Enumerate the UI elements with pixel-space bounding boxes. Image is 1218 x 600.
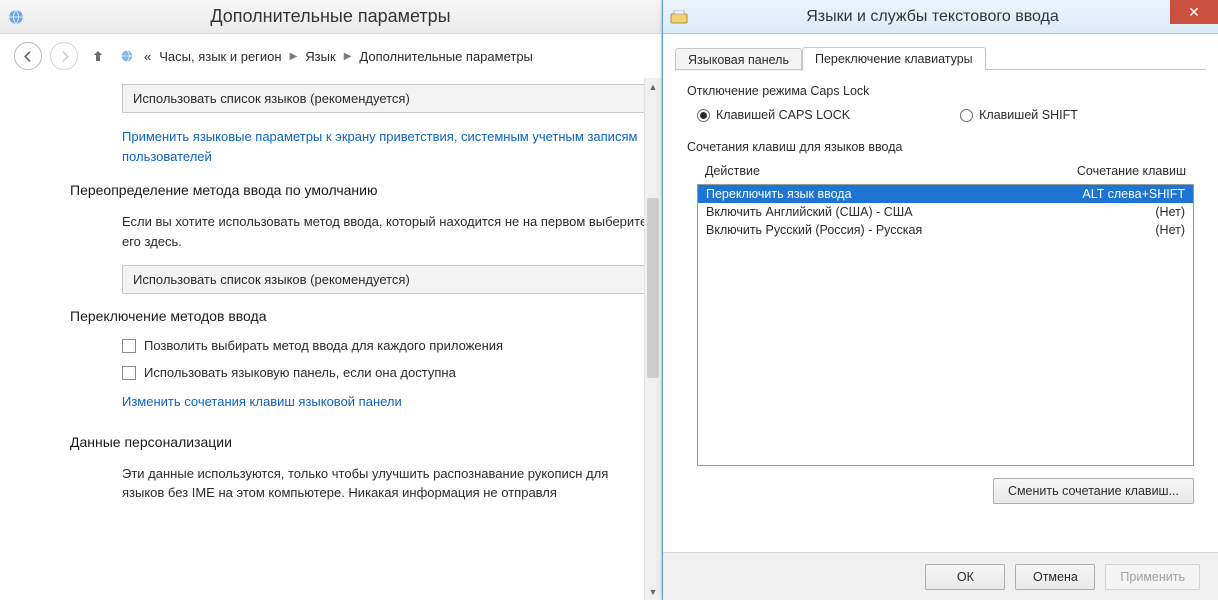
- override-input-text: Если вы хотите использовать метод ввода,…: [122, 212, 651, 251]
- change-hotkeys-link[interactable]: Изменить сочетания клавиш языковой панел…: [122, 392, 651, 412]
- scroll-thumb[interactable]: [647, 198, 659, 378]
- radio-icon[interactable]: [697, 109, 710, 122]
- tab-language-bar-label: Языковая панель: [688, 53, 789, 67]
- breadcrumb-region-icon: [118, 47, 136, 65]
- capslock-radio-group: Клавишей CAPS LOCK Клавишей SHIFT: [697, 108, 1194, 122]
- checkbox-icon[interactable]: [122, 339, 136, 353]
- list-item-combo: (Нет): [1155, 205, 1185, 219]
- apply-to-welcome-link[interactable]: Применить языковые параметры к экрану пр…: [122, 127, 651, 166]
- list-item[interactable]: Включить Английский (США) - США (Нет): [698, 203, 1193, 221]
- radio-caps-lock-label: Клавишей CAPS LOCK: [716, 108, 850, 122]
- default-input-method-dropdown[interactable]: Использовать список языков (рекомендуетс…: [122, 265, 651, 294]
- override-input-heading: Переопределение метода ввода по умолчани…: [70, 182, 651, 198]
- scroll-up-button[interactable]: ▲: [645, 78, 661, 95]
- list-item-action: Переключить язык ввода: [706, 187, 852, 201]
- list-item-action: Включить Английский (США) - США: [706, 205, 913, 219]
- per-app-checkbox-label: Позволить выбирать метод ввода для каждо…: [144, 338, 503, 353]
- tab-keyboard-switch-label: Переключение клавиатуры: [815, 52, 973, 66]
- radio-caps-lock[interactable]: Клавишей CAPS LOCK: [697, 108, 850, 122]
- breadcrumb-item-advanced[interactable]: Дополнительные параметры: [359, 49, 533, 64]
- close-icon: ✕: [1188, 4, 1200, 21]
- list-item-action: Включить Русский (Россия) - Русская: [706, 223, 922, 237]
- chevron-right-icon: ▶: [290, 51, 298, 62]
- keyboard-icon: [669, 7, 689, 27]
- radio-shift-label: Клавишей SHIFT: [979, 108, 1078, 122]
- apply-button-label: Применить: [1120, 570, 1185, 584]
- dialog-body: Отключение режима Caps Lock Клавишей CAP…: [663, 70, 1218, 518]
- personalization-heading: Данные персонализации: [70, 434, 651, 450]
- hotkeys-listbox[interactable]: Переключить язык ввода ALT слева+SHIFT В…: [697, 184, 1194, 466]
- capslock-group-label: Отключение режима Caps Lock: [687, 84, 1194, 98]
- apply-button: Применить: [1105, 564, 1200, 590]
- hotkeys-listbox-wrap: Действие Сочетание клавиш Переключить яз…: [697, 164, 1194, 504]
- control-panel-window: Дополнительные параметры « Часы, язык и …: [0, 0, 662, 600]
- switching-input-heading: Переключение методов ввода: [70, 308, 651, 324]
- nav-up-button[interactable]: [86, 44, 110, 68]
- controlpanel-titlebar: Дополнительные параметры: [0, 0, 661, 34]
- dialog-titlebar: Языки и службы текстового ввода ✕: [663, 0, 1218, 34]
- breadcrumb[interactable]: « Часы, язык и регион ▶ Язык ▶ Дополните…: [118, 47, 647, 65]
- ok-button-label: ОК: [957, 570, 974, 584]
- tab-keyboard-switch[interactable]: Переключение клавиатуры: [802, 47, 986, 71]
- scroll-down-button[interactable]: ▼: [645, 583, 661, 600]
- dialog-footer: ОК Отмена Применить: [663, 552, 1218, 600]
- breadcrumb-item-clocks[interactable]: Часы, язык и регион: [159, 49, 281, 64]
- breadcrumb-item-language[interactable]: Язык: [305, 49, 335, 64]
- cancel-button[interactable]: Отмена: [1015, 564, 1095, 590]
- list-item[interactable]: Включить Русский (Россия) - Русская (Нет…: [698, 221, 1193, 239]
- default-input-method-value: Использовать список языков (рекомендуетс…: [133, 272, 410, 287]
- list-item-combo: ALT слева+SHIFT: [1082, 187, 1185, 201]
- cancel-button-label: Отмена: [1033, 570, 1078, 584]
- dialog-title: Языки и службы текстового ввода: [697, 8, 1218, 26]
- change-hotkey-button-label: Сменить сочетание клавиш...: [1008, 484, 1179, 498]
- list-item[interactable]: Переключить язык ввода ALT слева+SHIFT: [698, 185, 1193, 203]
- hotkeys-group-label: Сочетания клавиш для языков ввода: [687, 140, 1194, 154]
- breadcrumb-back-chevrons[interactable]: «: [144, 49, 151, 64]
- personalization-text: Эти данные используются, только чтобы ул…: [122, 464, 651, 503]
- hotkeys-header-row: Действие Сочетание клавиш: [697, 164, 1194, 184]
- radio-shift[interactable]: Клавишей SHIFT: [960, 108, 1078, 122]
- tab-strip: Языковая панель Переключение клавиатуры: [663, 34, 1218, 70]
- list-item-combo: (Нет): [1155, 223, 1185, 237]
- text-services-dialog: Языки и службы текстового ввода ✕ Языков…: [662, 0, 1218, 600]
- checkbox-icon[interactable]: [122, 366, 136, 380]
- nav-bar: « Часы, язык и регион ▶ Язык ▶ Дополните…: [0, 34, 661, 78]
- per-app-checkbox-row[interactable]: Позволить выбирать метод ввода для каждо…: [122, 338, 651, 353]
- chevron-right-icon: ▶: [344, 51, 352, 62]
- controlpanel-body: Использовать список языков (рекомендуетс…: [0, 78, 661, 600]
- display-language-value: Использовать список языков (рекомендуетс…: [133, 91, 410, 106]
- world-clock-icon: [6, 7, 26, 27]
- nav-forward-button[interactable]: [50, 42, 78, 70]
- vertical-scrollbar[interactable]: ▲ ▼: [644, 78, 661, 600]
- controlpanel-title: Дополнительные параметры: [34, 6, 655, 27]
- use-lang-bar-checkbox-row[interactable]: Использовать языковую панель, если она д…: [122, 365, 651, 380]
- change-hotkey-button[interactable]: Сменить сочетание клавиш...: [993, 478, 1194, 504]
- col-action-label: Действие: [705, 164, 760, 178]
- use-lang-bar-checkbox-label: Использовать языковую панель, если она д…: [144, 365, 456, 380]
- close-button[interactable]: ✕: [1170, 0, 1218, 24]
- change-hotkey-row: Сменить сочетание клавиш...: [707, 478, 1194, 504]
- radio-icon[interactable]: [960, 109, 973, 122]
- nav-back-button[interactable]: [14, 42, 42, 70]
- tab-language-bar[interactable]: Языковая панель: [675, 48, 802, 71]
- display-language-dropdown[interactable]: Использовать список языков (рекомендуетс…: [122, 84, 651, 113]
- col-combo-label: Сочетание клавиш: [1077, 164, 1186, 178]
- ok-button[interactable]: ОК: [925, 564, 1005, 590]
